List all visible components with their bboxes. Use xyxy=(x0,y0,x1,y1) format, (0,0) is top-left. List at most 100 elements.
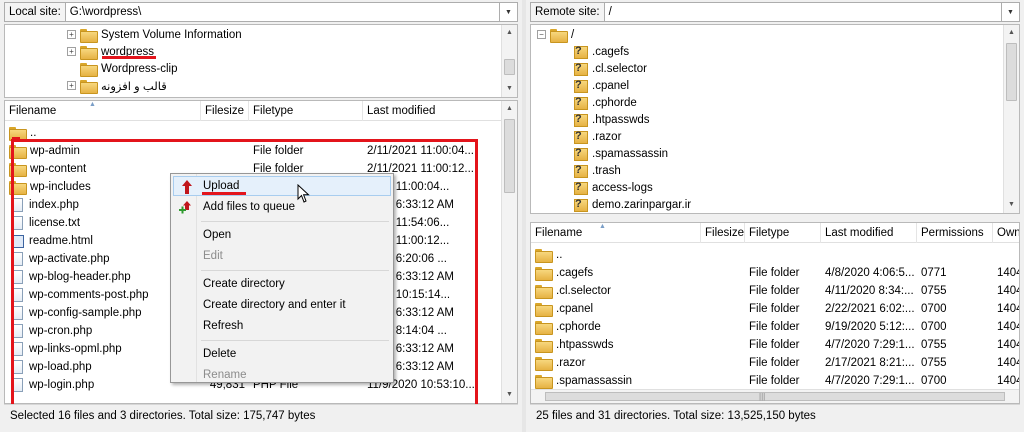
folder-icon xyxy=(550,28,568,43)
tree-item[interactable]: ? demo.zarinpargar.ir xyxy=(571,196,691,213)
tree-item[interactable]: ? .trash xyxy=(571,162,621,179)
menu-item-delete[interactable]: Delete xyxy=(173,344,391,364)
scroll-down-icon[interactable]: ▼ xyxy=(502,387,517,403)
scroll-thumb[interactable] xyxy=(545,392,1005,401)
scroll-up-icon[interactable]: ▲ xyxy=(502,101,517,117)
scroll-thumb[interactable] xyxy=(504,119,515,193)
table-row[interactable]: .cl.selector File folder 4/11/2020 8:34:..… xyxy=(531,282,1019,300)
tree-item-label: System Volume Information xyxy=(101,28,242,41)
scroll-thumb[interactable] xyxy=(504,59,515,75)
owner-cell: 1404 xyxy=(997,339,1019,351)
tree-item-label: / xyxy=(571,28,575,41)
menu-item-label: Upload xyxy=(203,180,240,192)
local-list-scrollbar[interactable]: ▲ ▼ xyxy=(501,101,517,403)
column-header-filesize[interactable]: Filesize xyxy=(201,101,249,121)
remote-site-label: Remote site: xyxy=(530,2,605,22)
menu-item-edit: Edit xyxy=(173,246,391,266)
owner-cell: 1404 xyxy=(997,321,1019,333)
column-header-filename[interactable]: Filename xyxy=(5,101,201,121)
menu-item-label: Refresh xyxy=(203,320,244,332)
tree-item[interactable]: ? .razor xyxy=(571,128,621,145)
remote-list-hscrollbar[interactable]: ||| xyxy=(531,389,1019,403)
menu-item-add-files-to-queue[interactable]: Add files to queue xyxy=(173,197,391,217)
owner-cell: 1404 xyxy=(997,267,1019,279)
permissions-cell: 0700 xyxy=(921,303,947,315)
upload-arrow-icon xyxy=(182,180,192,194)
column-header-filename[interactable]: Filename xyxy=(531,223,701,243)
column-header-filesize[interactable]: Filesize xyxy=(701,223,745,243)
filename-cell: .cphorde xyxy=(531,318,701,336)
folder-icon xyxy=(535,285,553,299)
tree-item-root[interactable]: − / xyxy=(537,26,574,43)
local-directory-tree[interactable]: + System Volume Information + wordpress … xyxy=(4,24,518,98)
table-row[interactable]: .. xyxy=(531,246,1019,264)
owner-cell: 1404 xyxy=(997,375,1019,387)
remote-file-list[interactable]: Filename ▲ Filesize Filetype Last modifi… xyxy=(530,222,1020,404)
folder-icon xyxy=(535,321,553,335)
table-row[interactable]: .spamassassin File folder 4/7/2020 7:29:1.… xyxy=(531,372,1019,390)
local-site-bar: Local site: G:\wordpress\ ▼ xyxy=(4,2,518,22)
unknown-folder-icon: ? xyxy=(571,130,588,144)
remote-directory-tree[interactable]: − / ? .cagefs? .cl.selector? .cpanel? .cphor… xyxy=(530,24,1020,214)
menu-item-create-directory-and-enter-it[interactable]: Create directory and enter it xyxy=(173,295,391,315)
menu-separator xyxy=(201,270,389,271)
unknown-folder-icon: ? xyxy=(571,181,588,195)
remote-site-path-input[interactable]: / xyxy=(604,2,1002,22)
tree-item[interactable]: ? access-logs xyxy=(571,179,653,196)
filetype-cell: File folder xyxy=(749,375,800,387)
tree-item-system-volume-information[interactable]: + System Volume Information xyxy=(67,26,242,43)
table-row[interactable]: .cpanel File folder 2/22/2021 6:02:... 0700… xyxy=(531,300,1019,318)
unknown-folder-icon: ? xyxy=(571,198,588,212)
tree-item[interactable]: ? .cpanel xyxy=(571,77,629,94)
table-row[interactable]: .razor File folder 2/17/2021 8:21:... 0755 1… xyxy=(531,354,1019,372)
expand-icon[interactable]: + xyxy=(67,81,76,90)
column-header-permissions[interactable]: Permissions xyxy=(917,223,993,243)
scroll-up-icon[interactable]: ▲ xyxy=(502,25,517,41)
column-header-filetype[interactable]: Filetype xyxy=(745,223,821,243)
table-row[interactable]: .cagefs File folder 4/8/2020 4:06:5... 0771… xyxy=(531,264,1019,282)
column-header-last-modified[interactable]: Last modified xyxy=(363,101,505,121)
permissions-cell xyxy=(917,246,993,264)
tree-item-label: قالب و افزونه xyxy=(101,80,167,93)
unknown-folder-icon: ? xyxy=(571,62,588,76)
menu-item-refresh[interactable]: Refresh xyxy=(173,316,391,336)
scroll-down-icon[interactable]: ▼ xyxy=(1004,197,1019,213)
permissions-cell: 0755 xyxy=(921,339,947,351)
remote-tree-scrollbar[interactable]: ▲ ▼ xyxy=(1003,25,1019,213)
unknown-folder-icon: ? xyxy=(571,96,588,110)
last-modified-cell: 4/7/2020 7:29:1... xyxy=(825,375,915,387)
permissions-cell: 0755 xyxy=(921,357,947,369)
tree-item-wordpress-clip[interactable]: Wordpress-clip xyxy=(80,60,177,77)
expand-icon[interactable]: + xyxy=(67,30,76,39)
owner-cell: 1404 xyxy=(997,357,1019,369)
tree-item[interactable]: ? .cagefs xyxy=(571,43,629,60)
permissions-cell: 0771 xyxy=(921,267,947,279)
menu-item-open[interactable]: Open xyxy=(173,225,391,245)
scroll-thumb[interactable] xyxy=(1006,43,1017,101)
tree-item[interactable]: ? .spamassassin xyxy=(571,145,668,162)
local-tree-scrollbar[interactable]: ▲ ▼ xyxy=(501,25,517,97)
chevron-down-icon: ▼ xyxy=(505,8,512,16)
column-header-owner[interactable]: Own xyxy=(993,223,1019,243)
column-header-filetype[interactable]: Filetype xyxy=(249,101,363,121)
tree-item[interactable]: ? .cl.selector xyxy=(571,60,647,77)
tree-item[interactable]: ? .cphorde xyxy=(571,94,637,111)
filename-text: .cphorde xyxy=(556,321,601,333)
permissions-cell: 0700 xyxy=(921,321,947,333)
local-site-dropdown-button[interactable]: ▼ xyxy=(500,2,518,22)
table-row[interactable]: .cphorde File folder 9/19/2020 5:12:... 070… xyxy=(531,318,1019,336)
menu-item-create-directory[interactable]: Create directory xyxy=(173,274,391,294)
local-site-path-input[interactable]: G:\wordpress\ xyxy=(65,2,500,22)
scroll-down-icon[interactable]: ▼ xyxy=(502,81,517,97)
expand-icon[interactable]: + xyxy=(67,47,76,56)
tree-item[interactable]: ? .htpasswds xyxy=(571,111,650,128)
tree-item-themes-plugins[interactable]: + قالب و افزونه xyxy=(67,77,167,94)
column-header-last-modified[interactable]: Last modified xyxy=(821,223,917,243)
filetype-cell: File folder xyxy=(749,303,800,315)
last-modified-cell: 4/8/2020 4:06:5... xyxy=(825,267,915,279)
table-row[interactable]: .htpasswds File folder 4/7/2020 7:29:1... 0… xyxy=(531,336,1019,354)
scroll-up-icon[interactable]: ▲ xyxy=(1004,25,1019,41)
remote-site-dropdown-button[interactable]: ▼ xyxy=(1002,2,1020,22)
context-menu: Upload Add files to queue Open Edit Create d… xyxy=(170,173,394,383)
collapse-icon[interactable]: − xyxy=(537,30,546,39)
